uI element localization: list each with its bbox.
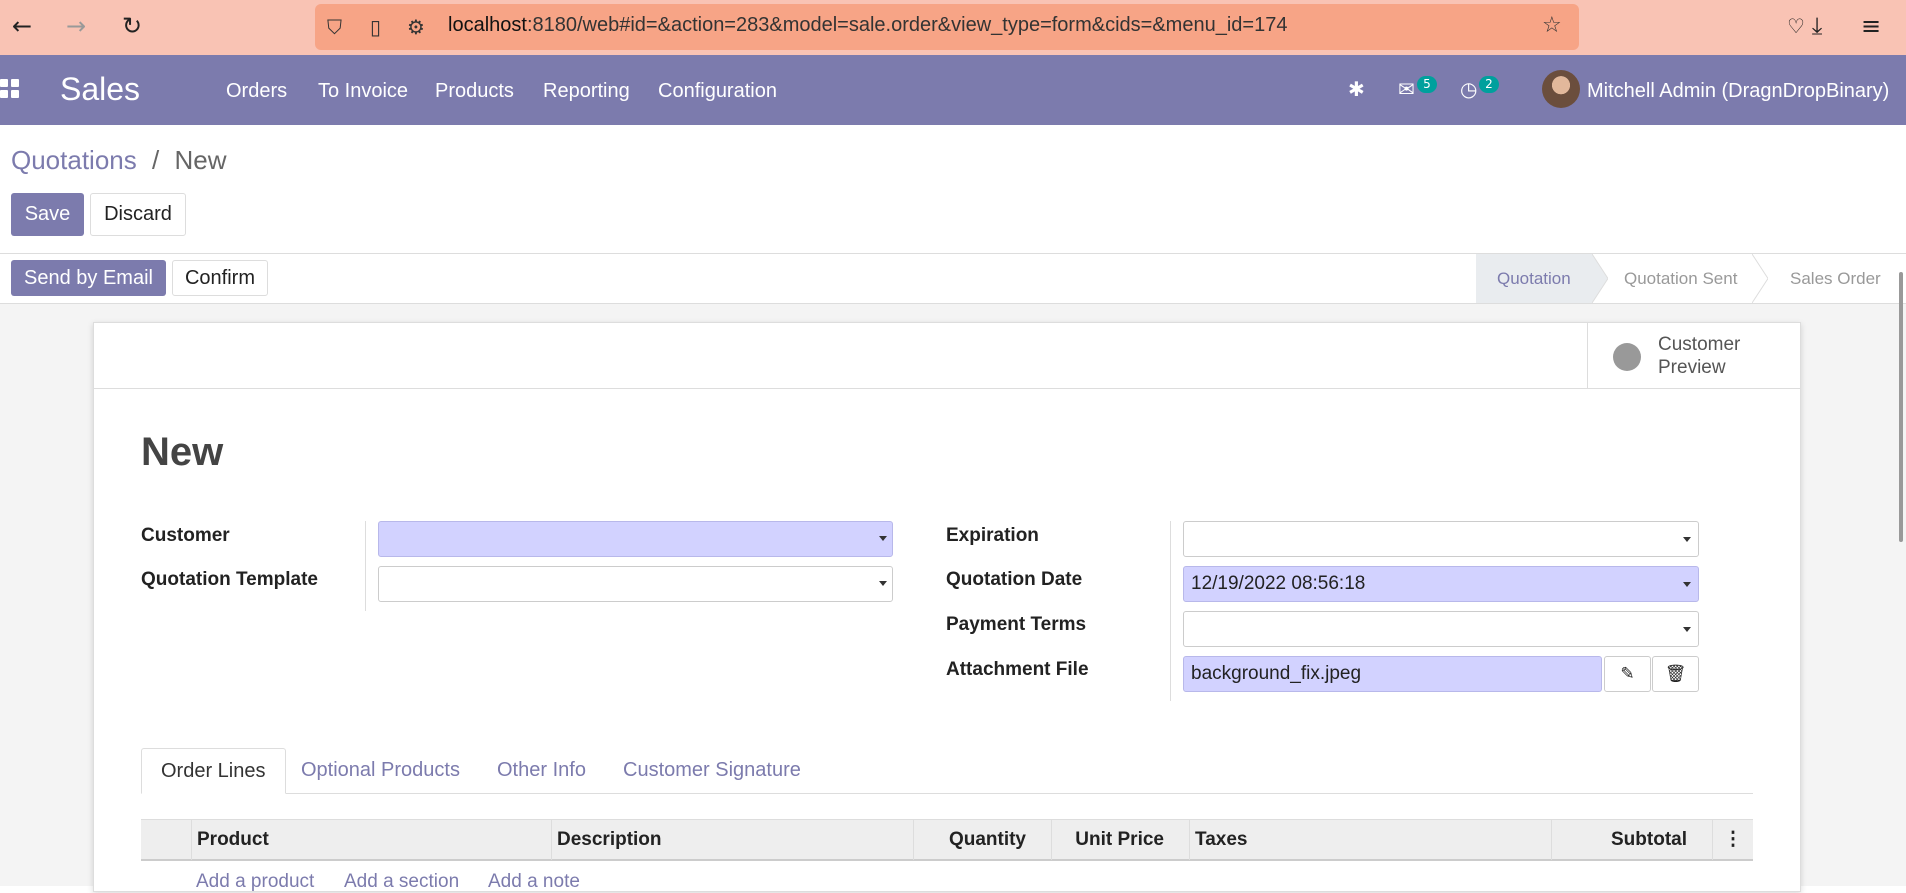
menu-products[interactable]: Products [435,80,514,103]
save-button[interactable]: Save [11,193,84,236]
record-title: New [141,430,224,474]
chevron-down-icon[interactable] [879,581,887,586]
attachment-file-label: Attachment File [946,659,1089,680]
form-sheet: Customer Preview [93,322,1801,892]
add-note-link[interactable]: Add a note [488,871,580,893]
trash-icon[interactable]: 🗑 [1652,656,1699,692]
activities-badge: 2 [1479,76,1499,93]
back-arrow-icon[interactable]: ← [8,12,36,40]
order-lines-table-header: Product Description Quantity Unit Price … [141,819,1753,861]
column-subtotal[interactable]: Subtotal [1551,820,1712,860]
tab-other-info[interactable]: Other Info [478,748,605,794]
payment-terms-label: Payment Terms [946,614,1087,635]
breadcrumb-separator: / [151,145,160,175]
confirm-button[interactable]: Confirm [172,260,268,296]
bookmark-star-icon[interactable]: ☆ [1542,13,1562,38]
payment-terms-field[interactable] [1183,611,1699,647]
url-text: localhost:8180/web#id=&action=283&model=… [448,14,1287,37]
permissions-icon[interactable]: ⚙ [407,15,425,39]
user-menu[interactable]: Mitchell Admin (DragnDropBinary) [1587,80,1889,103]
menu-configuration[interactable]: Configuration [658,80,777,103]
breadcrumb: Quotations / New [11,145,226,176]
expiration-label: Expiration [946,525,1039,546]
tab-optional-products[interactable]: Optional Products [282,748,479,794]
browser-toolbar: ← → ↻ ⛉ ▯ ⚙ localhost:8180/web#id=&actio… [0,0,1906,55]
quotation-date-label: Quotation Date [946,569,1083,590]
column-description[interactable]: Description [551,820,913,860]
customer-preview-button[interactable]: Customer Preview [1587,323,1800,388]
send-by-email-button[interactable]: Send by Email [11,260,166,296]
download-icon[interactable]: ⤓ [1803,12,1831,40]
status-quotation: Quotation [1476,254,1592,303]
status-sales-order: Sales Order [1790,269,1881,288]
column-options-icon[interactable]: ⋮ [1712,820,1753,860]
messages-badge: 5 [1417,76,1437,93]
shield-icon: ⛉ [327,15,342,39]
preview-label-line2: Preview [1658,357,1726,378]
odoo-navbar: Sales Orders To Invoice Products Reporti… [0,55,1906,125]
app-switcher-icon[interactable] [0,79,22,101]
breadcrumb-current: New [174,145,227,175]
button-box: Customer Preview [94,323,1800,389]
menu-to-invoice[interactable]: To Invoice [318,80,408,103]
chevron-down-icon[interactable] [879,536,887,541]
app-name[interactable]: Sales [60,71,140,108]
forward-arrow-icon[interactable]: → [62,12,90,40]
messages-icon[interactable]: ✉ [1398,77,1415,101]
quotation-template-field[interactable] [378,566,893,602]
page-icon: ▯ [370,15,382,39]
add-section-link[interactable]: Add a section [344,871,459,893]
chevron-down-icon[interactable] [1683,627,1691,632]
address-bar[interactable]: ⛉ ▯ ⚙ localhost:8180/web#id=&action=283&… [315,4,1579,50]
url-path: :8180/web#id=&action=283&model=sale.orde… [526,14,1288,36]
expiration-field[interactable] [1183,521,1699,557]
status-arrow-icon [1752,254,1768,303]
column-unit-price[interactable]: Unit Price [1051,820,1189,860]
customer-preview-label: Customer Preview [1658,333,1740,379]
activities-clock-icon[interactable]: ◷ [1460,77,1477,101]
avatar[interactable] [1542,70,1580,108]
field-divider [1170,521,1171,701]
chevron-down-icon[interactable] [1683,582,1691,587]
url-host: localhost [448,14,527,36]
add-product-link[interactable]: Add a product [196,871,314,893]
preview-label-line1: Customer [1658,334,1741,355]
customer-field[interactable] [378,521,893,557]
menu-reporting[interactable]: Reporting [543,80,630,103]
column-quantity[interactable]: Quantity [913,820,1051,860]
menu-icon[interactable]: ≡ [1857,12,1885,40]
globe-icon [1613,343,1641,371]
edit-pencil-icon[interactable]: ✎ [1604,656,1651,692]
attachment-file-field[interactable]: background_fix.jpeg [1183,656,1602,692]
form-statusbar: Send by Email Confirm Quotation Quotatio… [0,253,1906,304]
reload-icon[interactable]: ↻ [118,12,146,40]
menu-orders[interactable]: Orders [226,80,287,103]
page-scrollbar[interactable] [1899,272,1903,542]
tab-order-lines[interactable]: Order Lines [141,748,286,794]
column-product[interactable]: Product [191,820,551,860]
status-quotation-sent: Quotation Sent [1624,269,1738,288]
customer-label: Customer [141,525,230,546]
breadcrumb-quotations[interactable]: Quotations [11,145,137,175]
chevron-down-icon[interactable] [1683,537,1691,542]
field-divider [365,521,366,611]
discard-button[interactable]: Discard [90,193,186,236]
column-taxes[interactable]: Taxes [1189,820,1551,860]
quotation-template-label: Quotation Template [141,569,318,590]
status-arrow-icon [1592,254,1608,303]
debug-bug-icon[interactable]: ✱ [1348,77,1365,101]
tab-customer-signature[interactable]: Customer Signature [604,748,820,794]
quotation-date-field[interactable]: 12/19/2022 08:56:18 [1183,566,1699,602]
